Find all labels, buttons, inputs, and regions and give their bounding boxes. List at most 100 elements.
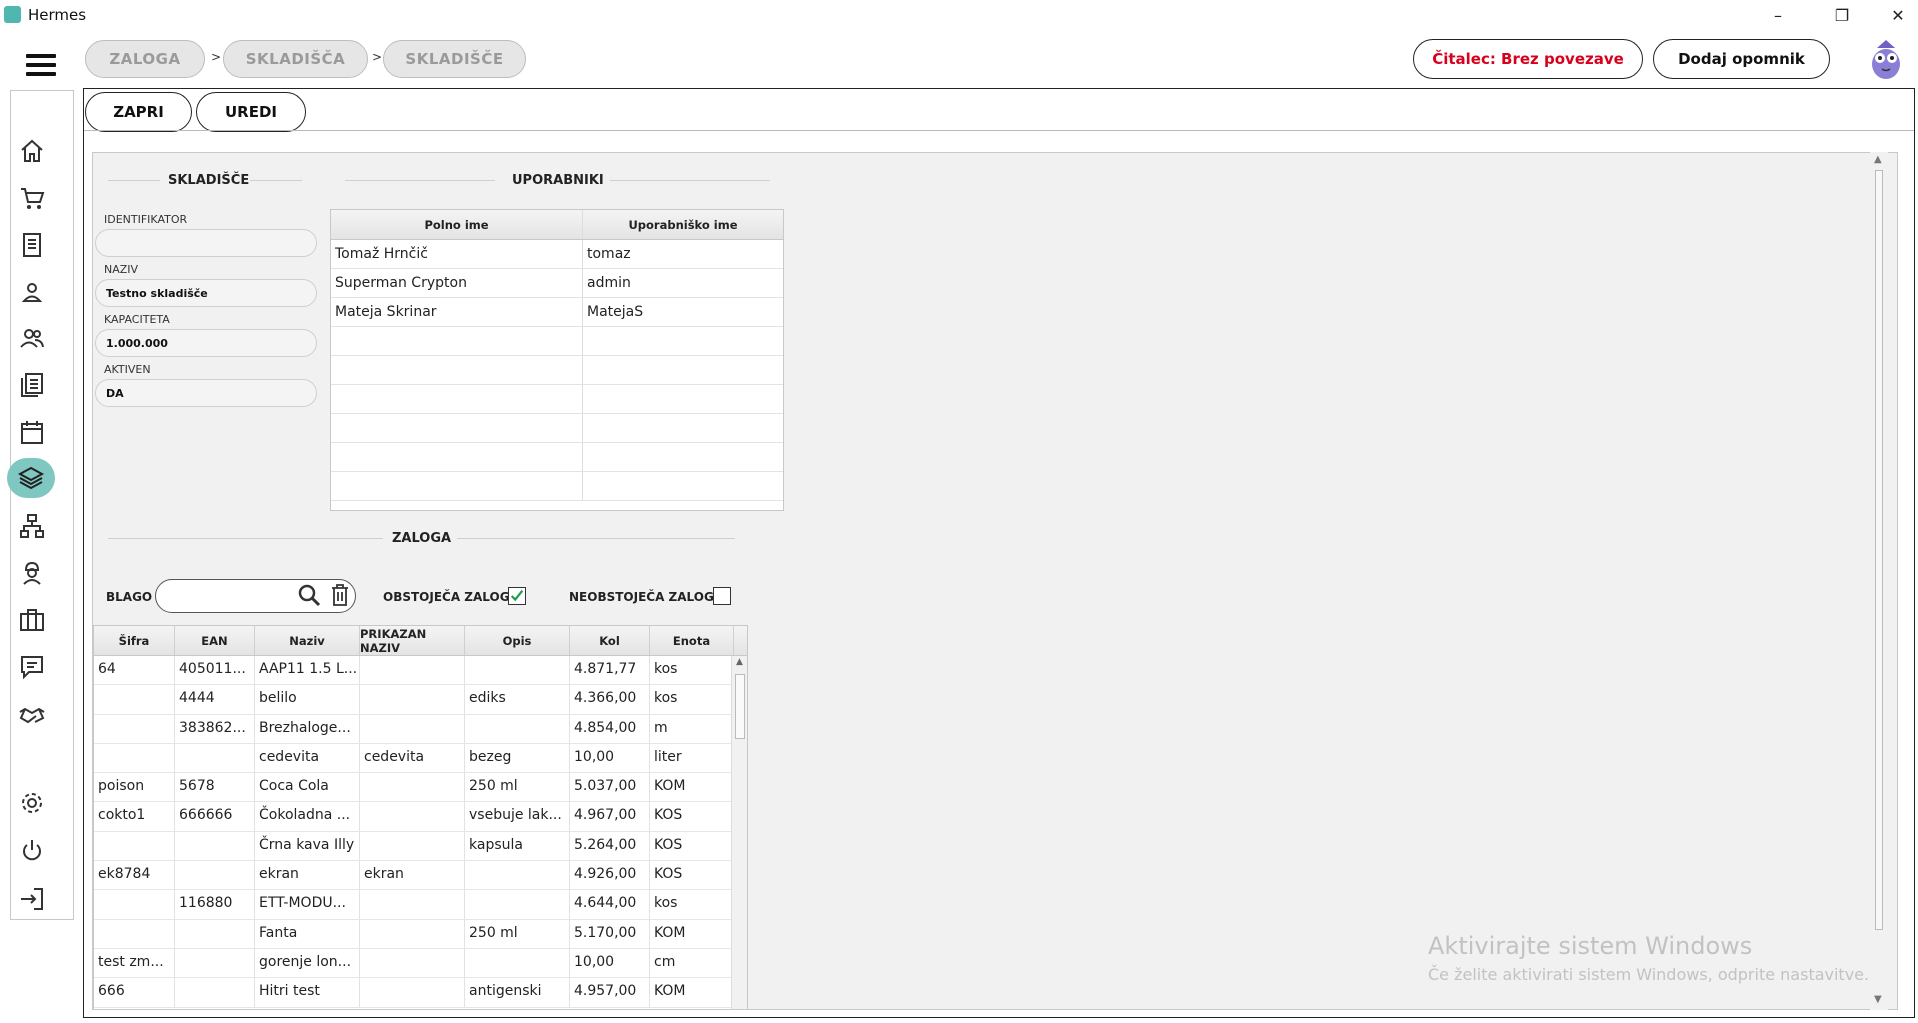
code-cell — [94, 890, 175, 919]
column-header-username[interactable]: Uporabniško ime — [583, 210, 783, 239]
table-row[interactable]: 4444 belilo ediks 4.366,00 kos — [94, 685, 747, 715]
description-cell — [465, 861, 570, 890]
table-row[interactable]: Črna kava Illy kapsula 5.264,00 KOS — [94, 831, 747, 862]
column-header-display-name[interactable]: PRIKAZAN NAZIV — [360, 626, 465, 655]
list-icon[interactable] — [17, 370, 47, 400]
ean-cell: 383862... — [175, 714, 255, 743]
table-row[interactable] — [331, 385, 783, 414]
content-scrollbar[interactable]: ▲ ▼ — [1870, 152, 1888, 1010]
table-row[interactable]: Fanta 250 ml 5.170,00 KOM — [94, 919, 747, 949]
settings-icon[interactable] — [17, 788, 47, 818]
table-row[interactable]: cedevita cedevita bezeg 10,00 liter — [94, 743, 747, 774]
breadcrumb-zaloga[interactable]: ZALOGA — [85, 40, 205, 78]
users-icon[interactable] — [17, 323, 47, 353]
column-header-code[interactable]: Šifra — [94, 626, 175, 655]
username-cell — [583, 472, 783, 500]
table-row[interactable]: Superman Crypton admin — [331, 269, 783, 298]
cart-icon[interactable] — [17, 183, 47, 213]
full-name-cell — [331, 472, 583, 500]
handshake-icon[interactable] — [17, 699, 47, 729]
layers-icon[interactable] — [7, 458, 55, 498]
table-row[interactable]: test zm... gorenje lon... 10,00 cm — [94, 948, 747, 979]
ean-cell: 116880 — [175, 890, 255, 919]
hamburger-menu-icon[interactable] — [26, 54, 56, 76]
breadcrumb-skladisca[interactable]: SKLADIŠČA — [223, 40, 368, 78]
windows-activation-hint: Če želite aktivirati sistem Windows, odp… — [1428, 965, 1870, 984]
ean-cell — [175, 861, 255, 890]
search-icon[interactable] — [297, 583, 321, 607]
ean-cell: 4444 — [175, 685, 255, 714]
name-field[interactable]: Testno skladišče — [95, 279, 317, 307]
nonexisting-stock-checkbox[interactable] — [713, 587, 731, 605]
code-cell: 666 — [94, 978, 175, 1007]
full-name-cell: Mateja Skrinar — [331, 298, 583, 326]
minimize-button[interactable]: – — [1750, 0, 1806, 30]
edit-button[interactable]: UREDI — [196, 92, 306, 132]
worker-icon[interactable] — [17, 558, 47, 588]
table-row[interactable]: 116880 ETT-MODU... 4.644,00 kos — [94, 890, 747, 920]
table-row[interactable] — [331, 414, 783, 443]
column-header-unit[interactable]: Enota — [650, 626, 734, 655]
calendar-icon[interactable] — [17, 417, 47, 447]
user-icon[interactable] — [17, 277, 47, 307]
document-icon[interactable] — [17, 230, 47, 260]
ean-cell — [175, 743, 255, 773]
power-icon[interactable] — [17, 836, 47, 866]
quantity-cell: 5.170,00 — [570, 919, 650, 948]
table-row[interactable]: 383862... Brezhaloge... 4.854,00 m — [94, 714, 747, 744]
item-filter-input[interactable] — [155, 579, 356, 613]
table-row[interactable]: cokto1 666666 Čokoladna ... vsebuje lak... 4… — [94, 802, 747, 832]
column-header-description[interactable]: Opis — [465, 626, 570, 655]
full-name-cell: Tomaž Hrnčič — [331, 240, 583, 268]
column-header-quantity[interactable]: Kol — [570, 626, 650, 655]
name-cell: Coca Cola — [255, 773, 360, 802]
column-header-name[interactable]: Naziv — [255, 626, 360, 655]
divider — [457, 538, 735, 539]
table-row[interactable] — [331, 356, 783, 385]
name-label: NAZIV — [104, 263, 139, 276]
table-row[interactable]: poison 5678 Coca Cola 250 ml 5.037,00 KOM — [94, 773, 747, 803]
code-cell: cokto1 — [94, 802, 175, 831]
stock-table-scrollbar[interactable]: ▲ — [731, 656, 747, 1009]
close-window-button[interactable]: ✕ — [1870, 0, 1918, 30]
table-row[interactable] — [331, 472, 783, 501]
reader-status-button[interactable]: Čitalec: Brez povezave — [1413, 39, 1643, 79]
mascot-avatar-icon[interactable] — [1867, 38, 1905, 80]
quantity-cell: 10,00 — [570, 743, 650, 773]
close-button[interactable]: ZAPRI — [85, 92, 192, 132]
active-field[interactable]: DA — [95, 379, 317, 407]
code-cell — [94, 714, 175, 743]
breadcrumb-separator: > — [372, 50, 383, 64]
column-header-ean[interactable]: EAN — [175, 626, 255, 655]
name-cell: gorenje lon... — [255, 948, 360, 978]
username-cell — [583, 327, 783, 355]
description-cell — [465, 890, 570, 919]
chat-icon[interactable] — [17, 652, 47, 682]
identifier-field[interactable] — [95, 229, 317, 257]
existing-stock-checkbox[interactable] — [508, 587, 526, 605]
network-icon[interactable] — [17, 511, 47, 541]
breadcrumb-separator: > — [211, 50, 222, 64]
logout-icon[interactable] — [17, 884, 47, 914]
table-row[interactable]: 64 405011... AAP11 1.5 L... 4.871,77 kos — [94, 656, 747, 686]
username-cell — [583, 414, 783, 442]
maximize-button[interactable]: ❐ — [1814, 0, 1870, 30]
username-cell — [583, 443, 783, 471]
capacity-field[interactable]: 1.000.000 — [95, 329, 317, 357]
table-row[interactable] — [331, 327, 783, 356]
add-reminder-button[interactable]: Dodaj opomnik — [1653, 39, 1830, 79]
breadcrumb-skladisce[interactable]: SKLADIŠČE — [383, 40, 526, 78]
stock-table-header: Šifra EAN Naziv PRIKAZAN NAZIV Opis Kol … — [94, 626, 747, 656]
column-header-full-name[interactable]: Polno ime — [331, 210, 583, 239]
code-cell — [94, 919, 175, 948]
divider — [610, 180, 770, 181]
briefcase-icon[interactable] — [17, 605, 47, 635]
table-row[interactable]: ek8784 ekran ekran 4.926,00 KOS — [94, 861, 747, 891]
unit-cell: kos — [650, 685, 734, 714]
trash-icon[interactable] — [329, 583, 351, 607]
table-row[interactable]: Tomaž Hrnčič tomaz — [331, 240, 783, 269]
table-row[interactable]: Mateja Skrinar MatejaS — [331, 298, 783, 327]
table-row[interactable] — [331, 443, 783, 472]
home-icon[interactable] — [17, 136, 47, 166]
table-row[interactable]: 666 Hitri test antigenski 4.957,00 KOM — [94, 978, 747, 1008]
